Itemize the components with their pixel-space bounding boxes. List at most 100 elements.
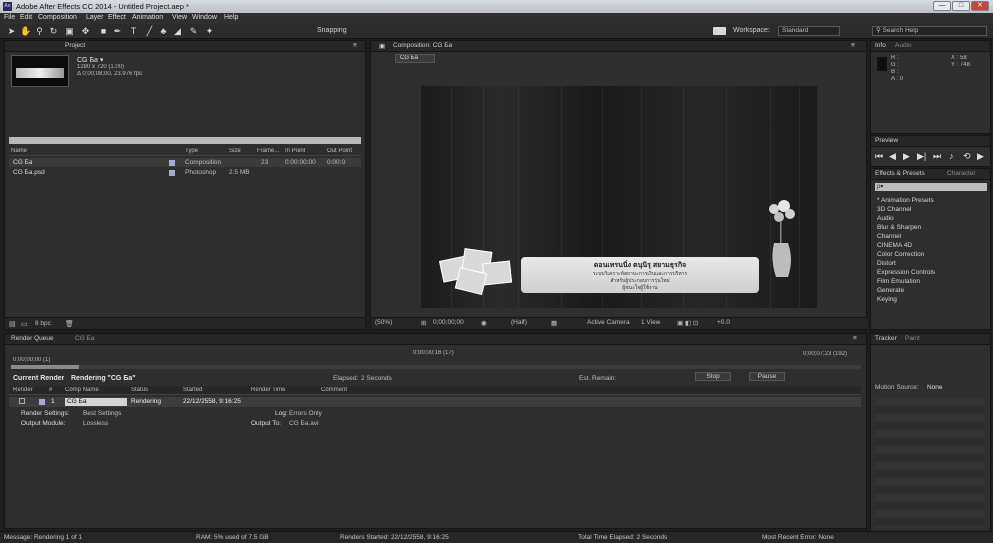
menu-view[interactable]: View xyxy=(172,14,187,21)
roto-tool-icon[interactable]: ✎ xyxy=(188,26,199,37)
output-to-value[interactable]: CG Ба.avi xyxy=(289,420,319,427)
tab-project[interactable]: Project xyxy=(65,42,85,49)
output-module-value[interactable]: Lossless xyxy=(83,420,108,427)
rq-comp-name[interactable]: CG Ба xyxy=(65,398,127,406)
puppet-tool-icon[interactable]: ✦ xyxy=(204,26,215,37)
panel-menu-icon[interactable]: ≡ xyxy=(851,42,855,49)
col-frame[interactable]: Frame... xyxy=(257,148,279,154)
snapshot-icon[interactable]: ◉ xyxy=(481,319,487,327)
col-type[interactable]: Type xyxy=(185,148,198,154)
eraser-tool-icon[interactable]: ◢ xyxy=(172,26,183,37)
ram-preview-icon[interactable]: ▶ xyxy=(977,151,984,162)
brush-tool-icon[interactable]: ╱ xyxy=(144,26,155,37)
current-render-label[interactable]: Current Render xyxy=(13,375,64,382)
effects-category[interactable]: Audio xyxy=(877,215,894,222)
project-search-input[interactable] xyxy=(9,137,361,144)
workspace-select[interactable]: Standard xyxy=(778,26,840,36)
col-out-point[interactable]: Out Point xyxy=(327,148,352,154)
grid-icon[interactable]: ⊞ xyxy=(421,319,426,327)
interpret-footage-icon[interactable]: ▤ xyxy=(9,320,16,328)
menu-animation[interactable]: Animation xyxy=(132,14,163,21)
effects-category[interactable]: Blur & Sharpen xyxy=(877,224,921,231)
render-settings-value[interactable]: Best Settings xyxy=(83,410,121,417)
tab-character[interactable]: Character xyxy=(947,170,976,177)
next-frame-icon[interactable]: ▶| xyxy=(917,151,926,162)
col-render-time[interactable]: Render Time xyxy=(251,387,285,393)
col-comp-name[interactable]: Comp Name xyxy=(65,387,99,393)
effects-search-input[interactable]: ρ▾ xyxy=(875,183,987,191)
effects-category[interactable]: Expression Controls xyxy=(877,269,935,276)
render-queue-item[interactable]: 1 CG Ба Rendering 22/12/2558, 9:16:25 xyxy=(9,397,861,407)
previous-frame-icon[interactable]: ◀ xyxy=(889,151,896,162)
mask-tool-icon[interactable]: ■ xyxy=(98,26,109,37)
tab-comp-timeline[interactable]: CG Ба xyxy=(75,335,94,342)
tab-composition[interactable]: Composition: CG Ба xyxy=(393,42,452,49)
new-folder-icon[interactable]: ▭ xyxy=(21,320,28,328)
pen-tool-icon[interactable]: ✒ xyxy=(112,26,123,37)
col-comment[interactable]: Comment xyxy=(321,387,347,393)
first-frame-icon[interactable]: ⏮ xyxy=(875,151,883,162)
tab-paint[interactable]: Paint xyxy=(905,335,920,342)
render-checkbox[interactable] xyxy=(19,398,25,404)
effects-category[interactable]: * Animation Presets xyxy=(877,197,934,204)
close-button[interactable]: ✕ xyxy=(971,1,989,11)
col-render[interactable]: Render xyxy=(13,387,33,393)
search-help-input[interactable]: ⚲ Search Help xyxy=(872,26,987,36)
bpc-button[interactable]: 8 bpc xyxy=(35,320,51,327)
effects-category[interactable]: Film Emulation xyxy=(877,278,920,285)
exposure-offset[interactable]: +0.0 xyxy=(717,319,730,326)
minimize-button[interactable]: — xyxy=(933,1,951,11)
panel-menu-icon[interactable]: ≡ xyxy=(853,335,857,342)
tab-effects-presets[interactable]: Effects & Presets xyxy=(875,170,925,177)
maximize-button[interactable]: □ xyxy=(952,1,970,11)
zoom-tool-icon[interactable]: ⚲ xyxy=(34,26,45,37)
tab-audio[interactable]: Audio xyxy=(895,42,912,49)
hand-tool-icon[interactable]: ✋ xyxy=(20,26,31,37)
last-frame-icon[interactable]: ⏭ xyxy=(933,151,941,162)
menu-file[interactable]: File xyxy=(4,14,15,21)
camera-tool-icon[interactable]: ▣ xyxy=(64,26,75,37)
view-options-icon[interactable]: ▣ ◧ ⊡ xyxy=(677,319,698,327)
menu-window[interactable]: Window xyxy=(192,14,217,21)
col-in-point[interactable]: In Point xyxy=(285,148,305,154)
effects-category[interactable]: 3D Channel xyxy=(877,206,911,213)
pan-behind-tool-icon[interactable]: ✥ xyxy=(80,26,91,37)
views-select[interactable]: 1 View xyxy=(641,319,660,326)
tab-tracker[interactable]: Tracker xyxy=(875,335,897,342)
loop-icon[interactable]: ⟲ xyxy=(963,151,971,162)
resolution-select[interactable]: (Half) xyxy=(511,319,527,326)
col-number[interactable]: # xyxy=(49,387,52,393)
project-row[interactable]: CG Ба Composition 23 0:00:00:00 0:00:0 xyxy=(9,158,361,167)
text-tool-icon[interactable]: T xyxy=(128,26,139,37)
col-status[interactable]: Status xyxy=(131,387,148,393)
col-size[interactable]: Size xyxy=(229,148,241,154)
play-icon[interactable]: ▶ xyxy=(903,151,910,162)
comp-viewer-canvas[interactable]: ดอนเทรนนิ่ง ตนุนิรุ สยามธุรกิจ ระบบวิเคร… xyxy=(421,86,817,308)
audio-icon[interactable]: ♪ xyxy=(949,151,954,161)
effects-category[interactable]: CINEMA 4D xyxy=(877,242,912,249)
tab-render-queue[interactable]: Render Queue xyxy=(11,335,54,342)
menu-effect[interactable]: Effect xyxy=(108,14,126,21)
selection-tool-icon[interactable]: ➤ xyxy=(6,26,17,37)
trash-icon[interactable]: 🗑 xyxy=(65,320,74,328)
menu-help[interactable]: Help xyxy=(224,14,238,21)
motion-source-select[interactable]: None xyxy=(927,384,943,391)
effects-category[interactable]: Channel xyxy=(877,233,901,240)
camera-select[interactable]: Active Camera xyxy=(587,319,630,326)
project-row[interactable]: CG Ба.psd Photoshop 2.5 MB xyxy=(9,168,361,177)
stop-button[interactable]: Stop xyxy=(695,372,731,381)
effects-category[interactable]: Keying xyxy=(877,296,897,303)
comp-subtab[interactable]: CG Ба xyxy=(395,54,435,63)
snapping-label[interactable]: Snapping xyxy=(317,27,347,34)
tab-preview[interactable]: Preview xyxy=(875,137,898,144)
pause-button[interactable]: Pause xyxy=(749,372,785,381)
region-icon[interactable]: ▦ xyxy=(551,319,557,327)
panel-menu-icon[interactable]: ≡ xyxy=(353,42,357,49)
effects-category[interactable]: Distort xyxy=(877,260,896,267)
menu-edit[interactable]: Edit xyxy=(20,14,32,21)
log-value[interactable]: Errors Only xyxy=(289,410,322,417)
current-time[interactable]: 0;00;00;00 xyxy=(433,319,464,326)
menu-layer[interactable]: Layer xyxy=(86,14,104,21)
clone-tool-icon[interactable]: ♣ xyxy=(158,26,169,37)
magnification-select[interactable]: (50%) xyxy=(375,319,392,326)
